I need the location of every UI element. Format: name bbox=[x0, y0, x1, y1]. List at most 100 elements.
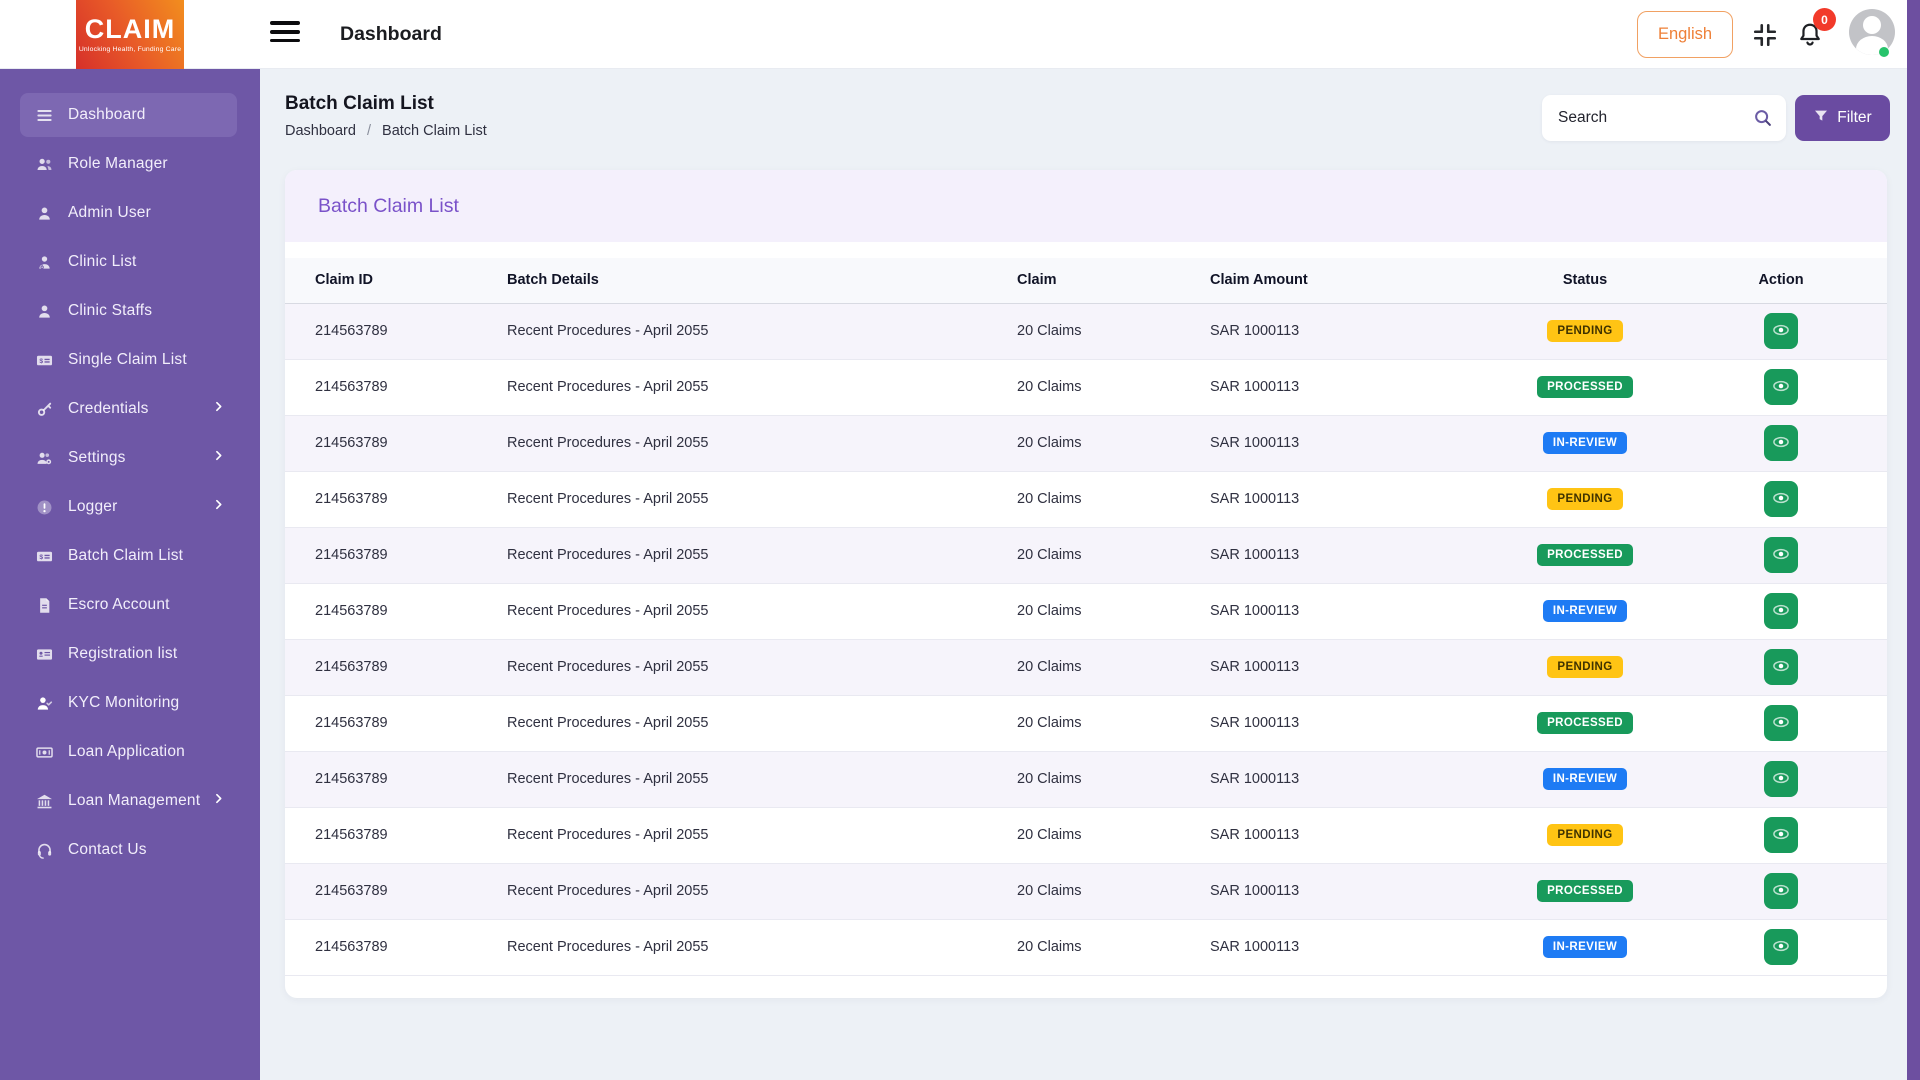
avatar[interactable] bbox=[1849, 9, 1895, 55]
cell-claim-id: 214563789 bbox=[285, 863, 507, 919]
search-box bbox=[1542, 95, 1786, 141]
col-claim-amount: Claim Amount bbox=[1210, 258, 1495, 303]
cell-claim: 20 Claims bbox=[1017, 583, 1210, 639]
cell-claim-id: 214563789 bbox=[285, 415, 507, 471]
view-button[interactable] bbox=[1764, 481, 1798, 517]
user-doctor-icon bbox=[34, 252, 54, 272]
view-button[interactable] bbox=[1764, 817, 1798, 853]
sidebar-item-settings[interactable]: Settings bbox=[20, 436, 237, 480]
cell-claim: 20 Claims bbox=[1017, 527, 1210, 583]
cell-claim: 20 Claims bbox=[1017, 863, 1210, 919]
cell-claim-id: 214563789 bbox=[285, 751, 507, 807]
brand-tagline: Unlocking Health, Funding Care bbox=[79, 46, 181, 53]
table-row: 214563789 Recent Procedures - April 2055… bbox=[285, 639, 1887, 695]
page-scrollbar[interactable] bbox=[1907, 0, 1920, 1080]
status-badge: IN-REVIEW bbox=[1543, 600, 1627, 622]
sidebar-item-logger[interactable]: Logger bbox=[20, 485, 237, 529]
cell-batch-details: Recent Procedures - April 2055 bbox=[507, 751, 1017, 807]
eye-icon bbox=[1771, 376, 1791, 399]
view-button[interactable] bbox=[1764, 425, 1798, 461]
sidebar-item-loan-management[interactable]: Loan Management bbox=[20, 779, 237, 823]
view-button[interactable] bbox=[1764, 649, 1798, 685]
cell-batch-details: Recent Procedures - April 2055 bbox=[507, 471, 1017, 527]
language-button[interactable]: English bbox=[1637, 11, 1733, 58]
view-button[interactable] bbox=[1764, 537, 1798, 573]
compress-icon[interactable] bbox=[1752, 22, 1778, 48]
view-button[interactable] bbox=[1764, 313, 1798, 349]
search-input[interactable] bbox=[1542, 95, 1786, 141]
cell-claim: 20 Claims bbox=[1017, 359, 1210, 415]
cell-claim: 20 Claims bbox=[1017, 415, 1210, 471]
sidebar-item-role-manager[interactable]: Role Manager bbox=[20, 142, 237, 186]
cell-claim: 20 Claims bbox=[1017, 919, 1210, 975]
online-status-dot bbox=[1879, 47, 1889, 57]
eye-icon bbox=[1771, 656, 1791, 679]
brand-logo[interactable]: CLAIM Unlocking Health, Funding Care bbox=[76, 0, 184, 69]
view-button[interactable] bbox=[1764, 761, 1798, 797]
status-badge: IN-REVIEW bbox=[1543, 936, 1627, 958]
user-check-icon bbox=[34, 693, 54, 713]
card-header: Batch Claim List bbox=[285, 170, 1887, 242]
view-button[interactable] bbox=[1764, 369, 1798, 405]
sidebar-item-label: Role Manager bbox=[68, 155, 168, 173]
cell-claim-amount: SAR 1000113 bbox=[1210, 583, 1495, 639]
chevron-right-icon bbox=[212, 449, 225, 467]
status-badge: IN-REVIEW bbox=[1543, 432, 1627, 454]
table-row: 214563789 Recent Procedures - April 2055… bbox=[285, 471, 1887, 527]
cell-claim-id: 214563789 bbox=[285, 583, 507, 639]
sidebar-item-credentials[interactable]: Credentials bbox=[20, 387, 237, 431]
table-row: 214563789 Recent Procedures - April 2055… bbox=[285, 527, 1887, 583]
menu-toggle-icon[interactable] bbox=[270, 21, 300, 48]
table-row: 214563789 Recent Procedures - April 2055… bbox=[285, 415, 1887, 471]
cell-batch-details: Recent Procedures - April 2055 bbox=[507, 359, 1017, 415]
users-gear-icon bbox=[34, 448, 54, 468]
status-badge: PENDING bbox=[1547, 824, 1622, 846]
sidebar-item-admin-user[interactable]: Admin User bbox=[20, 191, 237, 235]
cell-claim-amount: SAR 1000113 bbox=[1210, 471, 1495, 527]
sidebar-item-single-claim-list[interactable]: $ Single Claim List bbox=[20, 338, 237, 382]
key-icon bbox=[34, 399, 54, 419]
money-check-icon: $ bbox=[34, 546, 54, 566]
table-header-row: Claim ID Batch Details Claim Claim Amoun… bbox=[285, 258, 1887, 303]
sidebar-item-loan-application[interactable]: Loan Application bbox=[20, 730, 237, 774]
col-status: Status bbox=[1495, 258, 1675, 303]
sidebar-item-batch-claim-list[interactable]: $ Batch Claim List bbox=[20, 534, 237, 578]
sidebar-item-label: Loan Management bbox=[68, 792, 200, 810]
sidebar-item-clinic-staffs[interactable]: Clinic Staffs bbox=[20, 289, 237, 333]
cell-claim-id: 214563789 bbox=[285, 359, 507, 415]
money-bill-icon bbox=[34, 742, 54, 762]
eye-icon bbox=[1771, 488, 1791, 511]
cell-batch-details: Recent Procedures - April 2055 bbox=[507, 527, 1017, 583]
sidebar-item-label: Escro Account bbox=[68, 596, 170, 614]
table-row: 214563789 Recent Procedures - April 2055… bbox=[285, 751, 1887, 807]
breadcrumb-current: Batch Claim List bbox=[382, 123, 487, 139]
view-button[interactable] bbox=[1764, 593, 1798, 629]
filter-button[interactable]: Filter bbox=[1795, 95, 1890, 141]
cell-claim: 20 Claims bbox=[1017, 751, 1210, 807]
view-button[interactable] bbox=[1764, 929, 1798, 965]
claims-table: Claim ID Batch Details Claim Claim Amoun… bbox=[285, 258, 1887, 976]
view-button[interactable] bbox=[1764, 873, 1798, 909]
chevron-right-icon bbox=[212, 792, 225, 810]
eye-icon bbox=[1771, 600, 1791, 623]
sidebar-item-dashboard[interactable]: Dashboard bbox=[20, 93, 237, 137]
svg-text:$: $ bbox=[39, 554, 43, 561]
money-check-icon: $ bbox=[34, 350, 54, 370]
breadcrumb-dashboard[interactable]: Dashboard bbox=[285, 123, 356, 139]
cell-batch-details: Recent Procedures - April 2055 bbox=[507, 919, 1017, 975]
eye-icon bbox=[1771, 432, 1791, 455]
cell-claim-id: 214563789 bbox=[285, 807, 507, 863]
sidebar-item-escro-account[interactable]: Escro Account bbox=[20, 583, 237, 627]
sidebar-item-registration-list[interactable]: Registration list bbox=[20, 632, 237, 676]
sidebar-item-clinic-list[interactable]: Clinic List bbox=[20, 240, 237, 284]
view-button[interactable] bbox=[1764, 705, 1798, 741]
batch-claim-card: Batch Claim List Claim ID Batch Details … bbox=[285, 170, 1887, 998]
cell-claim-amount: SAR 1000113 bbox=[1210, 863, 1495, 919]
cell-claim-amount: SAR 1000113 bbox=[1210, 415, 1495, 471]
table-row: 214563789 Recent Procedures - April 2055… bbox=[285, 807, 1887, 863]
status-badge: PROCESSED bbox=[1537, 376, 1633, 398]
cell-claim: 20 Claims bbox=[1017, 695, 1210, 751]
sidebar-item-label: Registration list bbox=[68, 645, 177, 663]
sidebar-item-contact-us[interactable]: Contact Us bbox=[20, 828, 237, 872]
sidebar-item-kyc-monitoring[interactable]: KYC Monitoring bbox=[20, 681, 237, 725]
